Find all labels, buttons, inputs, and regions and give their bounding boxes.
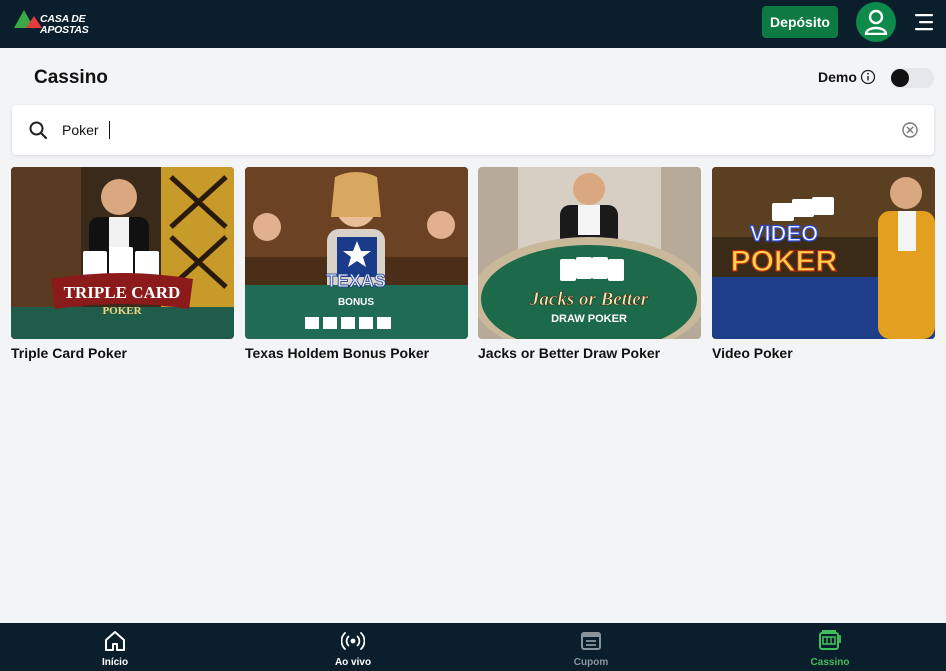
- nav-label: Ao vivo: [334, 657, 372, 668]
- game-thumbnail[interactable]: VIDEO POKER: [712, 167, 935, 339]
- game-thumbnail[interactable]: TRIPLE CARD POKER: [11, 167, 234, 339]
- game-title[interactable]: Video Poker: [712, 345, 935, 361]
- live-icon: [341, 632, 365, 650]
- logo-triangle-icon: [14, 10, 42, 28]
- text-caret: [109, 121, 110, 139]
- deposit-button[interactable]: Depósito: [762, 6, 838, 38]
- nav-label: Início: [101, 657, 129, 668]
- game-card-video-poker[interactable]: VIDEO POKER Video Poker: [712, 167, 935, 361]
- brand-logo[interactable]: CASA DE APOSTAS: [12, 8, 108, 38]
- nav-item-cupom[interactable]: Cupom: [531, 623, 651, 671]
- search-input[interactable]: [62, 118, 882, 142]
- game-title[interactable]: Texas Holdem Bonus Poker: [245, 345, 468, 361]
- coupon-icon: [581, 632, 601, 650]
- game-thumbnail[interactable]: Jacks or Better DRAW POKER: [478, 167, 701, 339]
- slot-machine-icon: [819, 630, 841, 650]
- nav-label: Cassino: [810, 657, 850, 668]
- nav-label: Cupom: [573, 657, 609, 668]
- game-thumbnail[interactable]: TEXAS BONUS: [245, 167, 468, 339]
- game-title[interactable]: Jacks or Better Draw Poker: [478, 345, 701, 361]
- nav-item-cassino[interactable]: Cassino: [770, 623, 890, 671]
- thumbnail-art-subtitle: BONUS: [338, 297, 374, 308]
- logo-text: CASA DE APOSTAS: [40, 13, 89, 36]
- demo-toggle[interactable]: [890, 68, 934, 88]
- hamburger-menu-icon[interactable]: [913, 12, 935, 32]
- game-card-jacks-or-better-draw-poker[interactable]: Jacks or Better DRAW POKER Jacks or Bett…: [478, 167, 701, 361]
- clear-search-icon[interactable]: [901, 121, 919, 139]
- user-avatar-button[interactable]: [856, 2, 896, 42]
- toggle-knob: [891, 69, 909, 87]
- bottom-nav: Início Ao vivo Cupom Cassino: [0, 623, 946, 671]
- info-icon[interactable]: [860, 69, 876, 85]
- demo-label: Demo: [818, 69, 857, 85]
- page-title: Cassino: [34, 67, 108, 88]
- top-bar: CASA DE APOSTAS Depósito: [0, 0, 946, 48]
- home-icon: [105, 631, 125, 651]
- nav-item-inicio[interactable]: Início: [55, 623, 175, 671]
- thumbnail-art-subtitle: POKER: [102, 305, 142, 317]
- game-card-texas-holdem-bonus-poker[interactable]: TEXAS BONUS Texas Holdem Bonus Poker: [245, 167, 468, 361]
- thumbnail-art-title: TEXAS: [326, 271, 386, 291]
- search-icon: [29, 121, 48, 140]
- thumbnail-art-subtitle: DRAW POKER: [551, 313, 627, 325]
- search-box: [12, 105, 934, 155]
- thumbnail-art-title: VIDEO: [750, 221, 818, 246]
- game-title[interactable]: Triple Card Poker: [11, 345, 234, 361]
- thumbnail-art-title: Jacks or Better: [529, 289, 649, 310]
- user-icon: [864, 9, 888, 35]
- game-card-triple-card-poker[interactable]: TRIPLE CARD POKER Triple Card Poker: [11, 167, 234, 361]
- thumbnail-art-title: TRIPLE CARD: [64, 283, 181, 302]
- nav-item-ao-vivo[interactable]: Ao vivo: [293, 623, 413, 671]
- thumbnail-art-subtitle: POKER: [731, 245, 838, 278]
